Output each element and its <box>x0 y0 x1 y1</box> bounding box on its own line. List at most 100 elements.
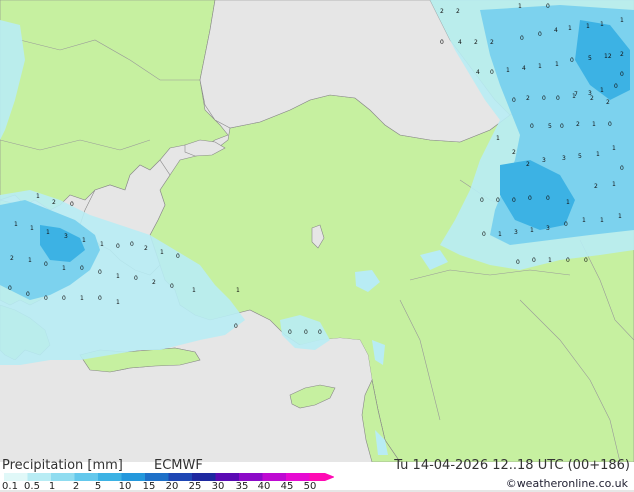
precip-value: 1 <box>518 3 522 10</box>
precip-value: 1 <box>14 221 18 228</box>
precip-value: 0 <box>44 261 48 268</box>
legend-swatch <box>192 473 216 481</box>
precip-value: 0 <box>130 241 134 248</box>
precip-value: 0 <box>528 195 532 202</box>
precip-value: 0 <box>542 95 546 102</box>
precip-value: 1 <box>192 287 196 294</box>
precip-value: 2 <box>490 39 494 46</box>
precip-value: 0 <box>608 121 612 128</box>
precip-value: 0 <box>556 95 560 102</box>
legend-swatch <box>145 473 169 481</box>
precip-value: 2 <box>52 199 56 206</box>
legend-swatch <box>51 473 75 481</box>
legend-swatch <box>286 473 310 481</box>
legend-tick-label: 10 <box>118 481 132 492</box>
legend-colorbar <box>4 473 334 481</box>
precip-value: 0 <box>482 231 486 238</box>
precip-value: 0 <box>234 323 238 330</box>
precip-value: 1 <box>612 145 616 152</box>
precip-value: 0 <box>512 197 516 204</box>
precip-value: 0 <box>70 201 74 208</box>
precip-value: 0 <box>490 69 494 76</box>
precip-value: 5 <box>588 55 592 62</box>
precip-value: 0 <box>8 285 12 292</box>
precip-value: 0 <box>170 283 174 290</box>
precip-value: 0 <box>620 165 624 172</box>
precip-value: 0 <box>520 35 524 42</box>
precip-value: 0 <box>80 265 84 272</box>
legend-swatch <box>4 473 28 481</box>
precip-value: 0 <box>318 329 322 336</box>
precip-value: 1 <box>498 231 502 238</box>
precip-value: 0 <box>440 39 444 46</box>
precip-value: 4 <box>554 27 558 34</box>
precip-value: 2 <box>144 245 148 252</box>
legend-tick-label: 30 <box>211 481 225 492</box>
legend-swatch <box>239 473 263 481</box>
legend-swatch <box>98 473 122 481</box>
legend-swatch <box>215 473 239 481</box>
precip-value: 1 <box>592 121 596 128</box>
precip-value: 2 <box>526 95 530 102</box>
precip-value: 2 <box>474 39 478 46</box>
precip-value: 0 <box>304 329 308 336</box>
legend-swatch <box>309 473 325 481</box>
legend-swatch <box>27 473 51 481</box>
legend-swatch <box>121 473 145 481</box>
precip-value: 1 <box>600 217 604 224</box>
precipitation-map: 2 21 00 4 2 2004 1 1 114 0 1 4 1 10 5 12 2013700 2 0 0 1 220 5… <box>0 0 634 462</box>
precip-value: 1 <box>160 249 164 256</box>
precip-value: 1 <box>496 135 500 142</box>
precip-value: 0 <box>480 197 484 204</box>
precip-value: 4 <box>522 65 526 72</box>
precip-value: 2 <box>440 8 444 15</box>
legend-swatch <box>74 473 98 481</box>
precip-value: 0 <box>516 259 520 266</box>
precip-value: 0 <box>546 195 550 202</box>
precip-value: 0 <box>570 57 574 64</box>
precip-value: 1 <box>568 25 572 32</box>
precip-value: 1 <box>506 67 510 74</box>
precip-value: 0 <box>512 97 516 104</box>
legend-tick-label: 35 <box>235 481 249 492</box>
legend-swatch <box>168 473 192 481</box>
precip-value: 0 <box>26 291 30 298</box>
precip-value: 1 <box>46 229 50 236</box>
map-title: Precipitation [mm] <box>2 458 123 473</box>
precip-value: 2 <box>576 121 580 128</box>
legend-tick-label: 20 <box>165 481 179 492</box>
precip-value: 3 <box>546 225 550 232</box>
precip-value: 2 <box>512 149 516 156</box>
precip-value: 0 <box>288 329 292 336</box>
precip-value: 0 <box>176 253 180 260</box>
precip-value: 1 <box>586 23 590 30</box>
precip-value: 1 <box>538 63 542 70</box>
legend-tick-label: 40 <box>257 481 271 492</box>
precip-value: 1 <box>116 273 120 280</box>
precip-value: 0 <box>546 3 550 10</box>
precip-value: 0 <box>98 269 102 276</box>
legend-tick-label: 15 <box>142 481 156 492</box>
legend-tick-label: 0.5 <box>24 481 40 492</box>
precip-value: 1 <box>618 213 622 220</box>
model-name: ECMWF <box>154 458 203 473</box>
precip-value: 1 <box>572 93 576 100</box>
precip-value: 1 <box>36 193 40 200</box>
precip-value: 3 <box>562 155 566 162</box>
precip-value: 2 <box>594 183 598 190</box>
legend-tick-label: 0.1 <box>2 481 18 492</box>
precip-value: 2 <box>606 99 610 106</box>
precip-value: 1 <box>600 87 604 94</box>
precip-value: 2 <box>526 161 530 168</box>
precip-value: 0 <box>560 123 564 130</box>
precip-value: 1 <box>236 287 240 294</box>
precip-value: 0 <box>134 275 138 282</box>
precip-value: 0 <box>620 71 624 78</box>
precip-value: 1 <box>566 199 570 206</box>
precip-value: 0 <box>538 31 542 38</box>
legend-tick-label: 25 <box>188 481 202 492</box>
precip-value: 2 <box>590 95 594 102</box>
precip-value: 1 <box>116 299 120 306</box>
precip-value: 0 <box>62 295 66 302</box>
precip-value: 2 <box>152 279 156 286</box>
